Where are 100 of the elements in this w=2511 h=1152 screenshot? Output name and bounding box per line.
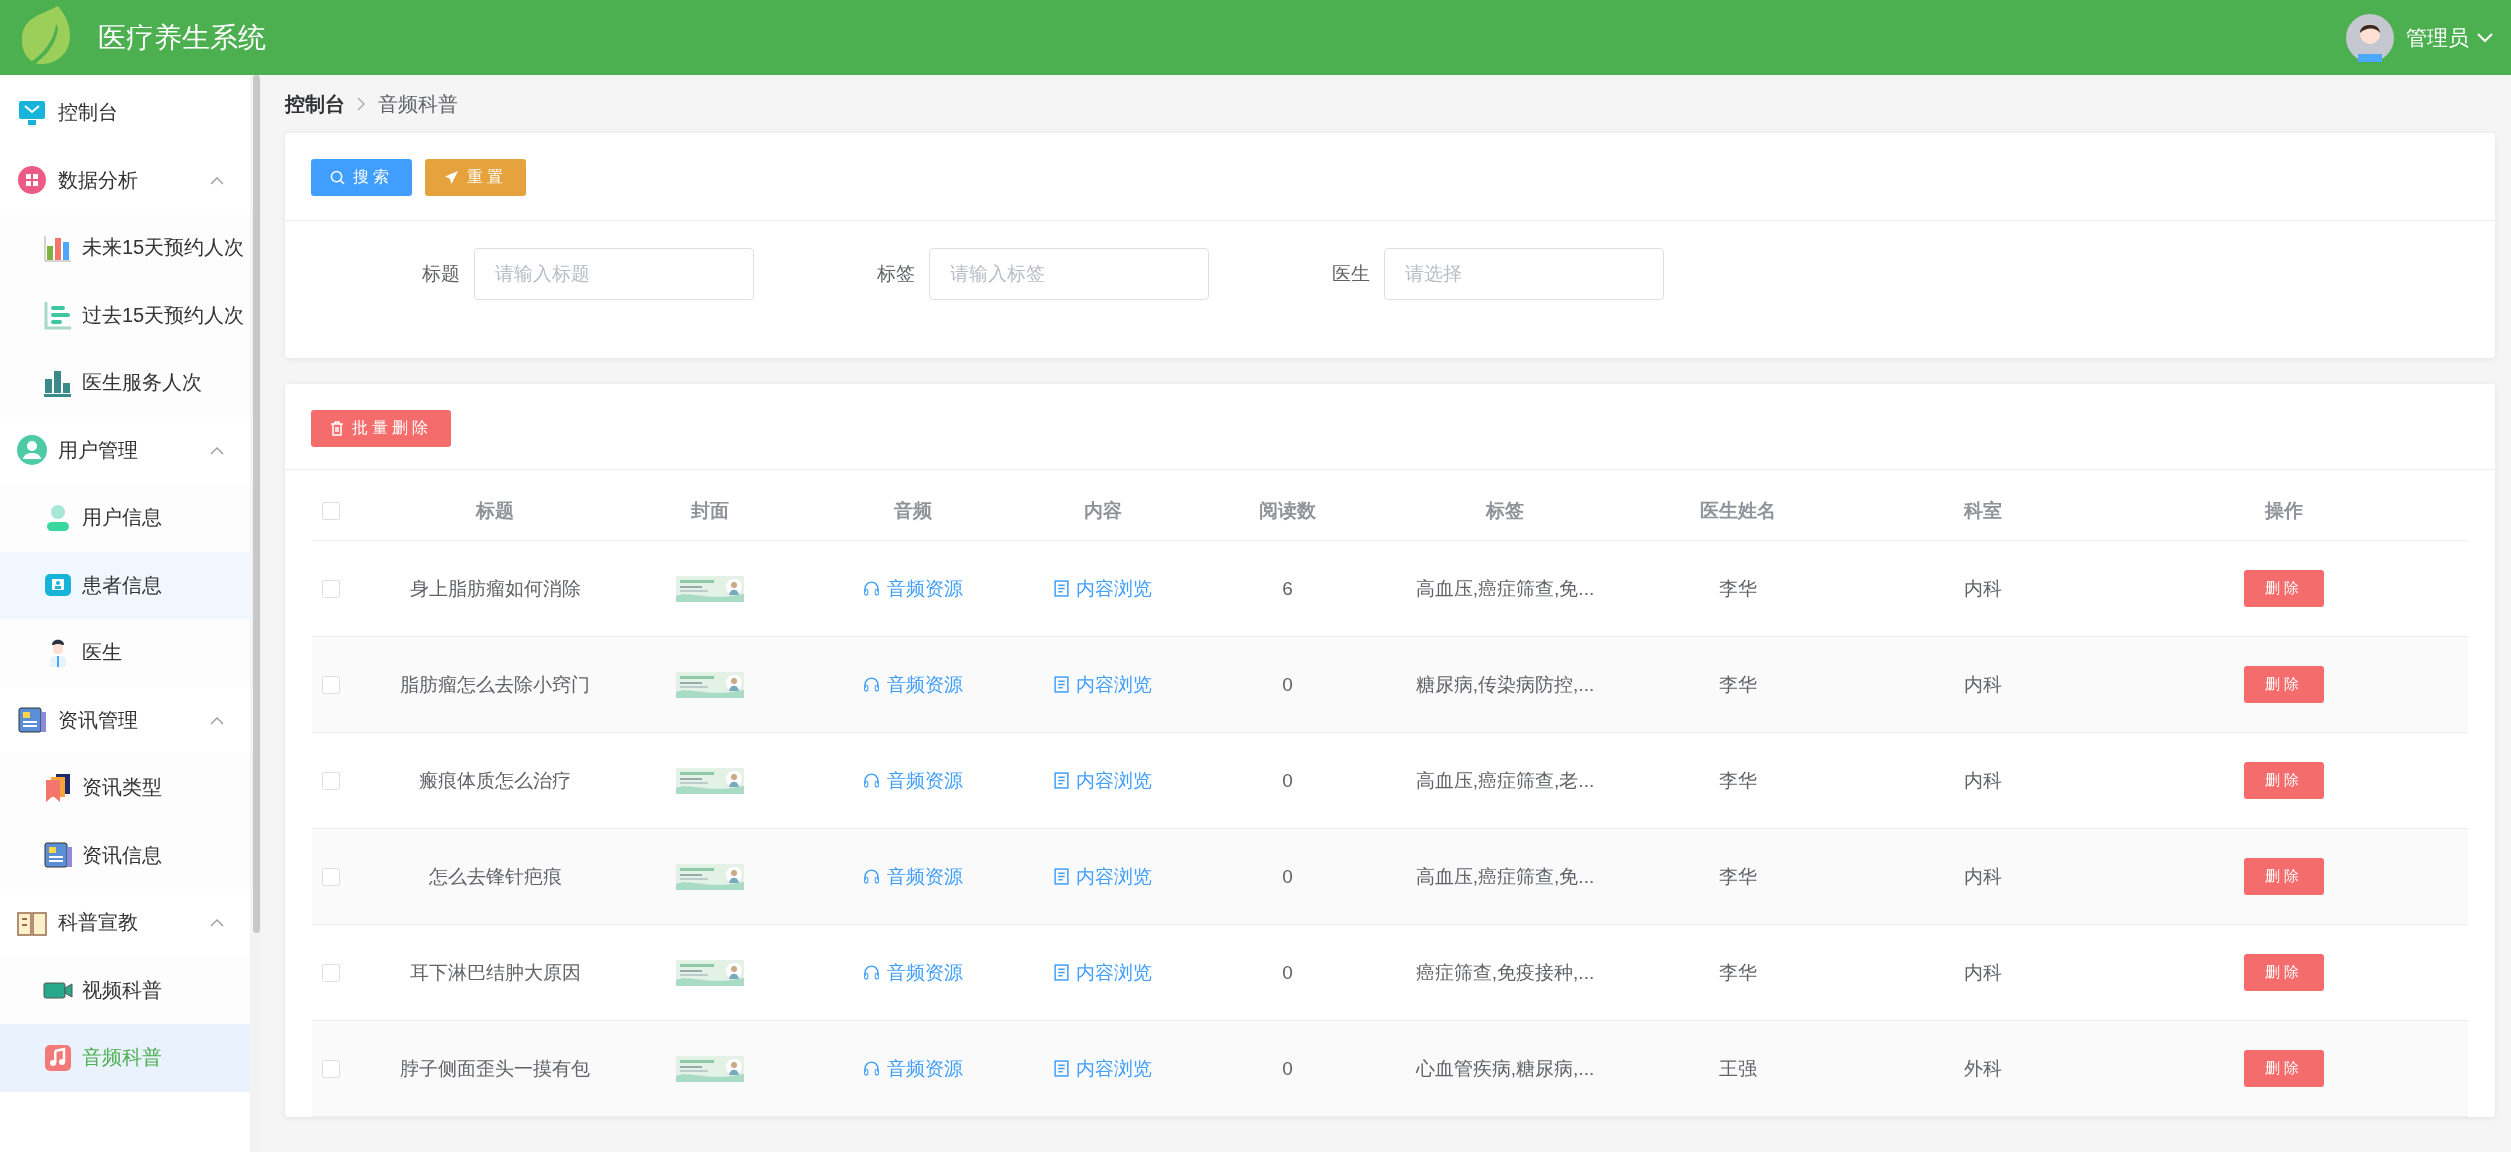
column-header: 医生姓名 — [1698, 499, 1777, 523]
delete-button[interactable]: 删除 — [2244, 858, 2324, 895]
menu-item[interactable]: 控制台 — [0, 79, 250, 147]
checkbox[interactable] — [322, 867, 340, 886]
list-chart-icon — [42, 299, 74, 332]
content-link[interactable]: 内容浏览 — [1053, 863, 1152, 890]
field-label: 标题 — [421, 262, 460, 286]
delete-button[interactable]: 删除 — [2244, 570, 2324, 607]
breadcrumb-item: 音频科普 — [378, 91, 458, 117]
audio-link[interactable]: 音频资源 — [862, 1055, 963, 1082]
scrollbar[interactable] — [252, 75, 260, 933]
table-cell-text: 瘢痕体质怎么治疗 — [418, 768, 572, 793]
menu-item[interactable]: 患者信息 — [0, 551, 250, 619]
table-cell-text: 6 — [1281, 577, 1294, 600]
column-header: 标题 — [474, 499, 515, 523]
checkbox[interactable] — [322, 963, 340, 982]
audio-link[interactable]: 音频资源 — [862, 671, 963, 698]
document-icon — [1053, 772, 1069, 789]
table-cell-text: 身上脂肪瘤如何消除 — [408, 576, 582, 601]
paper-plane-icon — [444, 170, 459, 185]
menu-group[interactable]: 数据分析 — [0, 146, 250, 214]
table-cell-text: 内科 — [1962, 864, 2003, 889]
table-cell-text: 0 — [1281, 865, 1294, 888]
content-link[interactable]: 内容浏览 — [1053, 1055, 1152, 1082]
document-icon — [1053, 964, 1069, 981]
checkbox[interactable] — [322, 502, 340, 520]
table-cell-text: 糖尿病,传染病防控,... — [1414, 672, 1596, 697]
checkbox[interactable] — [322, 1059, 340, 1078]
user-icon — [16, 434, 48, 467]
app-title: 医疗养生系统 — [98, 20, 266, 55]
checkbox[interactable] — [322, 771, 340, 790]
table-cell-text: 内科 — [1962, 960, 2003, 985]
chevron-up-icon — [210, 715, 224, 725]
column-header: 音频 — [892, 499, 933, 523]
delete-button[interactable]: 删除 — [2244, 954, 2324, 991]
table-cell-text: 脖子侧面歪头一摸有包 — [399, 1056, 591, 1081]
table-cell-text: 耳下淋巴结肿大原因 — [408, 960, 582, 985]
table-cell-text: 怎么去锋针疤痕 — [427, 864, 563, 889]
column-header: 操作 — [2263, 499, 2304, 523]
table-cell-text: 0 — [1281, 769, 1294, 792]
content-link[interactable]: 内容浏览 — [1053, 671, 1152, 698]
audio-link[interactable]: 音频资源 — [862, 959, 963, 986]
headphones-icon — [862, 964, 880, 981]
headphones-icon — [862, 868, 880, 885]
document-icon — [1053, 868, 1069, 885]
checkbox[interactable] — [322, 579, 340, 598]
chevron-up-icon — [210, 175, 224, 185]
audio-link[interactable]: 音频资源 — [862, 863, 963, 890]
table-cell-text: 高血压,癌症筛查,老... — [1414, 768, 1596, 793]
delete-button[interactable]: 删除 — [2244, 762, 2324, 799]
table-cell-text: 王强 — [1717, 1056, 1758, 1081]
input-field[interactable]: 请输入标签 — [929, 248, 1209, 300]
avatar-icon[interactable] — [2346, 13, 2394, 62]
table-cell-text: 脂肪瘤怎么去除小窍门 — [399, 672, 591, 697]
table-cell-text: 高血压,癌症筛查,免... — [1414, 576, 1596, 601]
content-link[interactable]: 内容浏览 — [1053, 575, 1152, 602]
content-link[interactable]: 内容浏览 — [1053, 767, 1152, 794]
trash-icon — [330, 421, 344, 436]
grid-icon — [16, 164, 48, 197]
document-icon — [1053, 580, 1069, 597]
audio-link[interactable]: 音频资源 — [862, 575, 963, 602]
chevron-down-icon[interactable] — [2477, 32, 2493, 43]
delete-button[interactable]: 删除 — [2244, 1050, 2324, 1087]
user-name[interactable]: 管理员 — [2406, 23, 2469, 52]
column-header: 阅读数 — [1258, 499, 1317, 523]
menu-group[interactable]: 资讯管理 — [0, 686, 250, 754]
document-icon — [1053, 1060, 1069, 1077]
table-cell-text: 李华 — [1717, 960, 1758, 985]
menu-group[interactable]: 科普宣教 — [0, 889, 250, 957]
breadcrumb-item[interactable]: 控制台 — [285, 90, 345, 118]
field-label: 标签 — [876, 262, 915, 286]
input-field[interactable]: 请选择 — [1384, 248, 1664, 300]
search-button[interactable]: 搜索 — [311, 159, 412, 196]
column-header: 内容 — [1082, 499, 1123, 523]
chevron-right-icon — [357, 97, 366, 111]
column-header: 科室 — [1962, 499, 2003, 523]
table-cell-text: 李华 — [1717, 576, 1758, 601]
delete-button[interactable]: 删除 — [2244, 666, 2324, 703]
menu-item[interactable]: 音频科普 — [0, 1024, 250, 1092]
table-cell-text: 癌症筛查,免疫接种,... — [1414, 960, 1596, 985]
chevron-up-icon — [210, 445, 224, 455]
audio-link[interactable]: 音频资源 — [862, 767, 963, 794]
checkbox[interactable] — [322, 675, 340, 694]
content-link[interactable]: 内容浏览 — [1053, 959, 1152, 986]
table-cell-text: 心血管疾病,糖尿病,... — [1414, 1056, 1596, 1081]
field-label: 医生 — [1331, 262, 1370, 286]
table-cell-text: 李华 — [1717, 768, 1758, 793]
chevron-up-icon — [210, 918, 224, 928]
menu-group[interactable]: 用户管理 — [0, 416, 250, 484]
column-header: 封面 — [690, 499, 730, 523]
reset-button[interactable]: 重置 — [425, 159, 526, 196]
table-cell-text: 李华 — [1717, 864, 1758, 889]
batch-delete-button[interactable]: 批量删除 — [311, 410, 451, 447]
table-cell-text: 0 — [1281, 961, 1294, 984]
input-field[interactable]: 请输入标题 — [474, 248, 754, 300]
column-header: 标签 — [1484, 499, 1525, 523]
table-cell-text: 内科 — [1962, 768, 2003, 793]
search-icon — [330, 170, 345, 185]
table-cell-text: 0 — [1281, 673, 1294, 696]
table-cell-text: 外科 — [1962, 1056, 2003, 1081]
